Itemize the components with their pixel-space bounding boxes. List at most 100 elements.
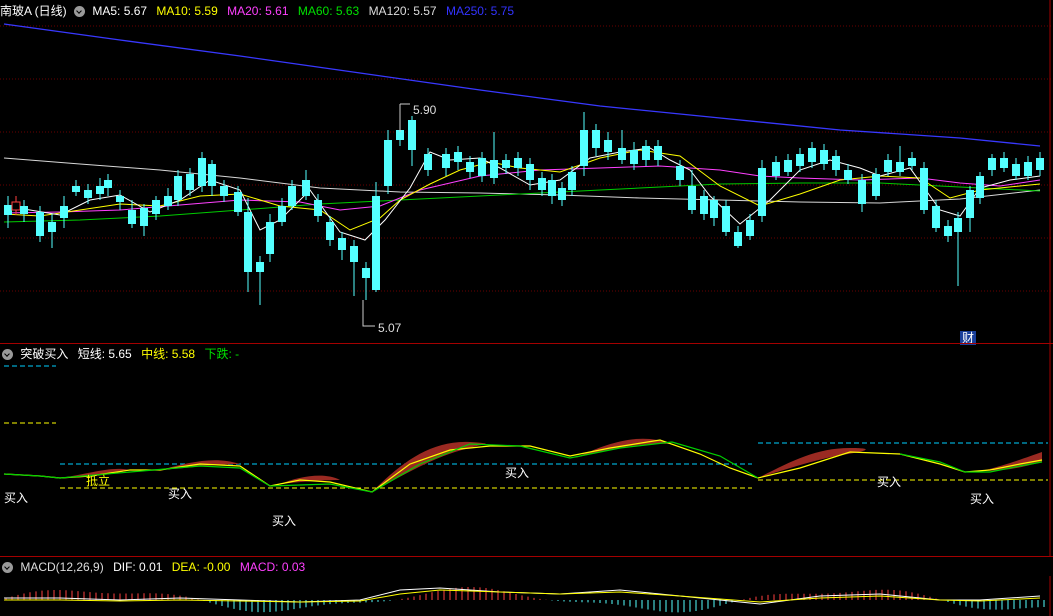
candle-body: [526, 164, 534, 180]
candle-body: [592, 130, 600, 148]
candle-body: [654, 146, 662, 160]
candle-body: [580, 130, 588, 166]
candle-body: [234, 192, 242, 212]
candles: [4, 112, 1044, 305]
breakout-indicator-chart[interactable]: [0, 344, 1053, 556]
candle-body: [568, 172, 576, 190]
candle-body: [858, 180, 866, 204]
candle-body: [72, 186, 80, 192]
buy-signal-label: 买入: [970, 492, 995, 506]
ma250-line: [3, 23, 1041, 147]
candle-body: [1036, 158, 1044, 170]
candle-body: [746, 220, 754, 236]
buy-signal-label: 买入: [877, 475, 902, 489]
macd-header: MACD(12,26,9) DIF: 0.01 DEA: -0.00 MACD:…: [0, 558, 311, 576]
buy-signal-label: 买入: [4, 491, 29, 505]
candle-body: [384, 140, 392, 186]
macd-dea: DEA: -0.00: [171, 560, 231, 574]
candle-body: [758, 168, 766, 216]
candle-body: [164, 196, 172, 206]
candle-body: [988, 158, 996, 170]
candle-body: [944, 226, 952, 236]
candle-body: [186, 174, 194, 190]
candle-body: [710, 200, 718, 218]
candle-body: [884, 160, 892, 172]
candle-body: [220, 186, 228, 196]
candlestick-chart[interactable]: [0, 0, 1053, 344]
candle-body: [896, 162, 904, 172]
low-price-label: 5.07: [378, 321, 402, 335]
candle-body: [490, 160, 498, 178]
candle-body: [604, 140, 612, 152]
candle-body: [326, 222, 334, 240]
candle-body: [630, 150, 638, 164]
candle-body: [266, 222, 274, 254]
candle-body: [1000, 158, 1008, 168]
candle-body: [48, 222, 56, 232]
buy-signal-label: 买入: [272, 514, 297, 528]
candle-body: [784, 160, 792, 172]
candle-body: [688, 186, 696, 210]
candle-body: [128, 210, 136, 224]
candle-body: [424, 154, 432, 170]
low-marker-line: [362, 300, 375, 327]
high-price-label: 5.90: [413, 103, 437, 117]
candle-body: [932, 206, 940, 228]
candle-body: [872, 174, 880, 196]
candle-body: [350, 246, 358, 262]
candle-body: [966, 190, 974, 218]
candle-body: [314, 200, 322, 216]
candle-body: [700, 196, 708, 214]
candle-body: [466, 162, 474, 172]
candle-body: [832, 156, 840, 170]
candle-body: [796, 154, 804, 166]
candle-body: [734, 232, 742, 246]
candle-body: [908, 158, 916, 166]
candle-body: [338, 238, 346, 250]
candle-body: [84, 190, 92, 198]
macd-name[interactable]: MACD(12,26,9): [20, 560, 103, 574]
candle-body: [820, 150, 828, 164]
candle-body: [116, 196, 124, 202]
candle-body: [302, 180, 310, 196]
candle-body: [808, 148, 816, 162]
candle-body: [454, 152, 462, 162]
candle-body: [36, 212, 44, 236]
candle-body: [174, 176, 182, 200]
candle-body: [408, 120, 416, 150]
candle-body: [844, 170, 852, 180]
macd-value: MACD: 0.03: [239, 560, 306, 574]
candle-body: [514, 158, 522, 168]
candle-body: [208, 164, 216, 186]
macd-chart[interactable]: [0, 576, 1053, 616]
candle-body: [4, 205, 12, 215]
candle-body: [558, 188, 566, 200]
candle-body: [538, 178, 546, 190]
candle-body: [11, 201, 21, 211]
panel-divider-2: [0, 556, 1053, 557]
candle-body: [140, 208, 148, 226]
resist-signal-label: 抵立: [86, 474, 111, 488]
candle-body: [372, 196, 380, 290]
candle-body: [96, 186, 104, 194]
candle-body: [976, 176, 984, 198]
candle-body: [198, 158, 206, 186]
candle-body: [618, 148, 626, 160]
candle-body: [642, 146, 650, 160]
candle-body: [676, 166, 684, 180]
price-grid: [0, 25, 1053, 292]
candle-body: [278, 206, 286, 222]
candle-body: [920, 168, 928, 210]
candle-body: [256, 262, 264, 272]
candle-body: [362, 268, 370, 278]
candle-body: [1012, 164, 1020, 176]
candle-body: [442, 154, 450, 168]
buy-signal-label: 买入: [505, 466, 530, 480]
buy-signal-label: 买入: [168, 487, 193, 501]
chevron-down-icon[interactable]: [2, 562, 13, 573]
candle-body: [104, 180, 112, 188]
macd-histogram: [5, 587, 1045, 613]
macd-dif: DIF: 0.01: [113, 560, 163, 574]
candle-body: [288, 186, 296, 206]
candle-body: [772, 162, 780, 176]
